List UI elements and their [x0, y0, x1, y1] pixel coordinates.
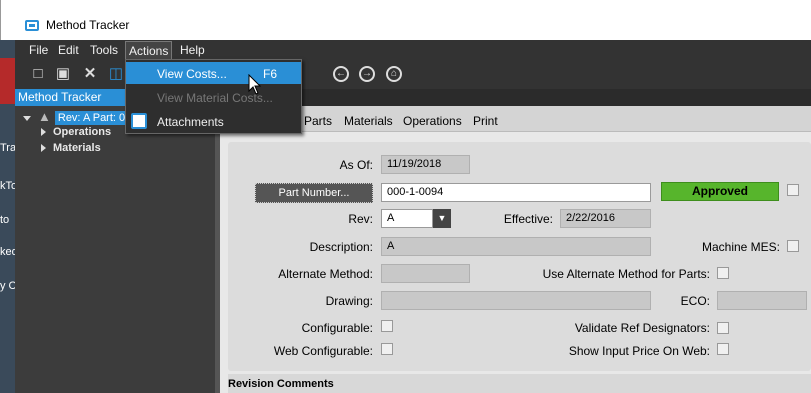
tree-item-label: Operations	[53, 126, 112, 138]
window-title: Method Tracker	[46, 18, 130, 32]
chevron-down-icon[interactable]: ▼	[433, 209, 451, 228]
desktop-text: ked	[0, 246, 15, 258]
menu-help[interactable]: Help	[177, 43, 208, 57]
menu-edit[interactable]: Edit	[55, 43, 82, 57]
eco-field[interactable]	[717, 291, 807, 310]
rev-label: Rev:	[348, 212, 373, 226]
description-field[interactable]: A	[381, 237, 651, 256]
attach-icon[interactable]: ◫	[107, 65, 125, 83]
warning-icon: ▲	[38, 109, 51, 124]
menu-item-attachments[interactable]: Attachments	[126, 110, 301, 132]
back-icon[interactable]: ←	[333, 66, 349, 82]
forward-icon[interactable]: →	[359, 66, 375, 82]
shortcut-label: F6	[262, 67, 277, 81]
mouse-cursor-icon	[248, 74, 262, 95]
app-icon	[25, 20, 39, 31]
menu-actions[interactable]: Actions	[125, 41, 173, 61]
menu-item-label: Attachments	[157, 115, 224, 129]
tree-root-label: Rev: A Part: 0	[54, 111, 129, 125]
title-bar: Method Tracker	[0, 0, 811, 40]
tab-bar: Parts Materials Operations Print	[220, 106, 811, 132]
alternate-method-label: Alternate Method:	[278, 267, 373, 281]
validate-ref-checkbox[interactable]	[717, 322, 729, 334]
menu-item-view-material-costs: View Material Costs...	[126, 86, 301, 108]
menu-bar: File Edit Tools Actions Help	[15, 40, 811, 61]
alternate-method-field[interactable]	[381, 264, 470, 283]
tab-parts[interactable]: Parts	[304, 114, 332, 128]
desktop-image	[0, 58, 15, 104]
approved-checkbox[interactable]	[787, 184, 799, 196]
collapse-icon[interactable]	[23, 115, 31, 121]
as-of-label: As Of:	[339, 158, 373, 172]
eco-label: ECO:	[680, 294, 710, 308]
as-of-field[interactable]: 11/19/2018	[381, 155, 470, 174]
show-input-price-label: Show Input Price On Web:	[568, 344, 710, 358]
status-badge: Approved	[661, 182, 779, 201]
attachment-icon	[131, 113, 147, 129]
save-icon[interactable]: ▣	[54, 65, 72, 83]
machine-mes-label: Machine MES:	[701, 240, 780, 254]
machine-mes-checkbox[interactable]	[787, 240, 799, 252]
rev-select[interactable]: A	[381, 209, 433, 228]
menu-item-label: View Costs...	[157, 67, 227, 81]
tab-materials[interactable]: Materials	[344, 114, 393, 128]
use-alternate-checkbox[interactable]	[717, 267, 729, 279]
delete-icon[interactable]: ✕	[81, 65, 99, 83]
desktop-text: y C	[0, 280, 15, 292]
tree-item-operations[interactable]: Operations	[41, 126, 111, 138]
menu-item-view-costs[interactable]: View Costs... F6	[126, 62, 301, 84]
tab-print[interactable]: Print	[473, 114, 498, 128]
configurable-label: Configurable:	[301, 321, 373, 335]
web-configurable-label: Web Configurable:	[273, 344, 373, 358]
tree-item-materials[interactable]: Materials	[41, 142, 101, 154]
drawing-label: Drawing:	[325, 294, 373, 308]
expand-icon[interactable]	[41, 144, 46, 153]
menu-file[interactable]: File	[26, 43, 51, 57]
web-configurable-checkbox[interactable]	[381, 343, 393, 355]
drawing-field[interactable]	[381, 291, 651, 310]
tab-operations[interactable]: Operations	[403, 114, 462, 128]
expand-icon[interactable]	[41, 128, 46, 137]
part-number-button[interactable]: Part Number...	[255, 183, 373, 203]
new-icon[interactable]: □	[29, 65, 47, 83]
tree-item-root[interactable]: ▲ Rev: A Part: 0	[23, 109, 129, 125]
effective-field[interactable]: 2/22/2016	[560, 209, 651, 228]
desktop-text: Tra	[0, 142, 15, 154]
tree-item-label: Materials	[53, 142, 101, 154]
menu-tools[interactable]: Tools	[87, 43, 121, 57]
effective-label: Effective:	[503, 212, 553, 226]
revision-comments-heading: Revision Comments	[228, 378, 334, 390]
configurable-checkbox[interactable]	[381, 320, 393, 332]
validate-ref-label: Validate Ref Designators:	[574, 321, 710, 335]
actions-dropdown-menu: View Costs... F6 View Material Costs... …	[125, 59, 302, 134]
desktop-text: to	[0, 214, 10, 226]
description-label: Description:	[309, 240, 373, 254]
show-input-price-checkbox[interactable]	[717, 343, 729, 355]
part-number-input[interactable]: 000-1-0094	[381, 183, 651, 202]
tree-panel: ▲ Rev: A Part: 0 Operations Materials	[15, 106, 215, 393]
home-icon[interactable]: ⌂	[386, 66, 402, 82]
use-alternate-label: Use Alternate Method for Parts:	[542, 267, 710, 281]
part-details-form	[228, 142, 811, 371]
desktop-background: Tra kTo to ked y C	[0, 40, 15, 393]
desktop-text: kTo	[0, 180, 15, 192]
